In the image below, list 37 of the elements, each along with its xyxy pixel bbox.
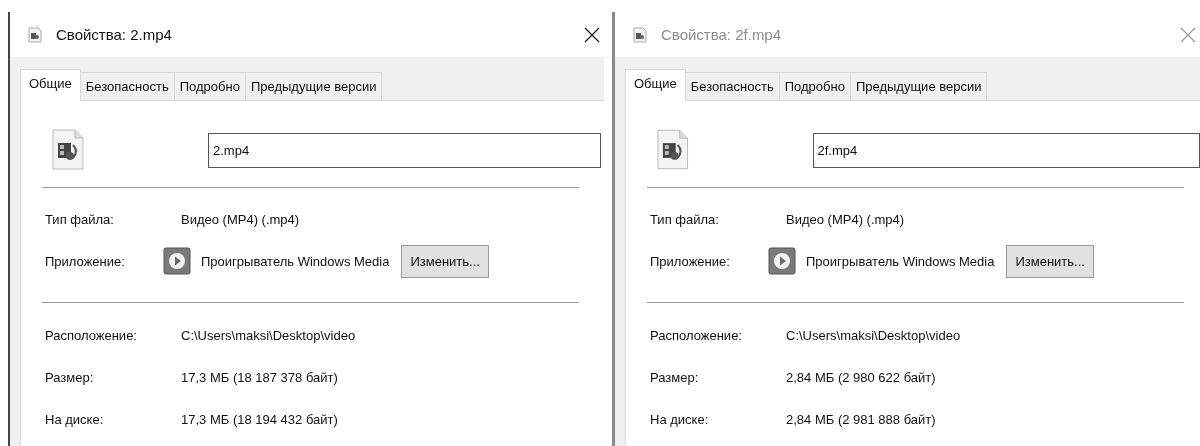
- video-file-icon: [28, 26, 42, 43]
- video-file-icon: [656, 129, 690, 171]
- property-value: Видео (MP4) (.mp4): [786, 211, 905, 227]
- video-file-icon: [51, 129, 85, 171]
- app-name: Проигрыватель Windows Media: [201, 253, 390, 269]
- property-value: Видео (MP4) (.mp4): [181, 211, 300, 227]
- tab[interactable]: Предыдущие версии: [244, 72, 383, 100]
- property-label: Тип файла:: [45, 211, 115, 227]
- property-value: 17,3 МБ (18 194 432 байт): [181, 411, 338, 427]
- property-label: Расположение:: [45, 327, 138, 343]
- property-label: Тип файла:: [650, 211, 720, 227]
- tab[interactable]: Общие: [20, 69, 81, 101]
- property-label: Приложение:: [650, 253, 731, 269]
- property-value: 17,3 МБ (18 187 378 байт): [181, 369, 338, 385]
- window-title: Свойства: 2f.mp4: [661, 26, 783, 43]
- property-label: На диске:: [650, 411, 710, 427]
- tab[interactable]: Предыдущие версии: [849, 72, 988, 100]
- file-name-field[interactable]: 2f.mp4: [812, 132, 1200, 168]
- property-value: C:\Users\maksi\Desktop\video: [181, 327, 356, 343]
- app-name: Проигрыватель Windows Media: [806, 253, 995, 269]
- property-label: Размер:: [650, 369, 700, 385]
- play-icon: [768, 247, 796, 275]
- property-value: 2,84 МБ (2 980 622 байт): [786, 369, 936, 385]
- change-button[interactable]: Изменить...: [1006, 244, 1094, 278]
- file-name-field[interactable]: 2.mp4: [208, 132, 601, 168]
- video-file-icon: [633, 26, 647, 43]
- property-label: Приложение:: [45, 253, 126, 269]
- property-value: C:\Users\maksi\Desktop\video: [786, 327, 961, 343]
- tab[interactable]: Общие: [625, 69, 686, 101]
- change-button[interactable]: Изменить...: [401, 244, 489, 278]
- property-label: Расположение:: [650, 327, 743, 343]
- close-icon[interactable]: [584, 26, 600, 43]
- play-icon: [163, 247, 191, 275]
- window-title: Свойства: 2.mp4: [56, 26, 173, 43]
- property-value: 2,84 МБ (2 981 888 байт): [786, 411, 936, 427]
- property-label: Размер:: [45, 369, 95, 385]
- property-label: На диске:: [45, 411, 105, 427]
